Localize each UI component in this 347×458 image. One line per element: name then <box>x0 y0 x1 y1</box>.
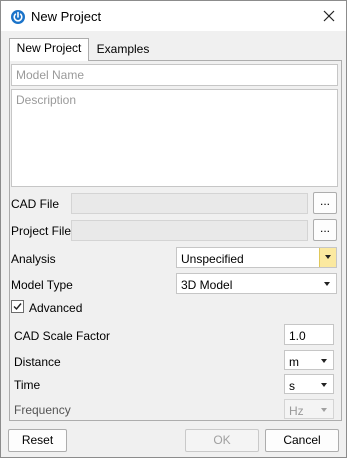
frequency-value: Hz <box>289 404 304 418</box>
chevron-down-icon <box>321 383 327 387</box>
new-project-dialog: New Project New Project Examples Model N… <box>0 0 347 458</box>
project-file-label: Project File <box>11 224 72 238</box>
chevron-down-icon <box>321 408 327 412</box>
cad-file-browse-button[interactable]: ... <box>313 192 337 214</box>
ok-button[interactable]: OK <box>185 429 259 452</box>
model-type-label: Model Type <box>11 278 73 292</box>
title-bar: New Project <box>1 1 346 31</box>
time-label: Time <box>14 378 41 392</box>
distance-label: Distance <box>14 355 61 369</box>
model-type-value: 3D Model <box>181 278 233 292</box>
model-name-input[interactable]: Model Name <box>11 64 338 86</box>
advanced-checkbox[interactable] <box>11 300 24 313</box>
tab-new-project[interactable]: New Project <box>9 38 89 61</box>
power-icon <box>11 10 25 24</box>
chevron-down-icon <box>325 255 331 259</box>
chevron-down-icon <box>324 282 330 286</box>
time-value: s <box>289 379 295 393</box>
frequency-label: Frequency <box>14 403 71 417</box>
distance-value: m <box>289 355 299 369</box>
project-file-browse-button[interactable]: ... <box>313 219 337 241</box>
project-file-input[interactable] <box>71 220 308 241</box>
analysis-value: Unspecified <box>181 252 244 266</box>
frequency-select: Hz <box>284 399 334 419</box>
analysis-select[interactable]: Unspecified <box>176 247 337 268</box>
distance-select[interactable]: m <box>284 350 334 370</box>
cancel-button[interactable]: Cancel <box>265 429 339 452</box>
cad-file-label: CAD File <box>11 197 60 211</box>
tab-examples[interactable]: Examples <box>91 40 155 61</box>
close-icon[interactable] <box>318 5 340 27</box>
time-select[interactable]: s <box>284 374 334 394</box>
description-input[interactable]: Description <box>11 89 338 187</box>
analysis-label: Analysis <box>11 252 56 266</box>
advanced-label: Advanced <box>29 301 83 315</box>
chevron-down-icon <box>321 359 327 363</box>
window-title: New Project <box>31 9 102 24</box>
model-type-select[interactable]: 3D Model <box>176 273 337 294</box>
reset-button[interactable]: Reset <box>8 429 67 452</box>
cad-scale-factor-input[interactable]: 1.0 <box>284 324 334 345</box>
checkmark-icon <box>13 303 22 311</box>
analysis-dropdown-button[interactable] <box>319 248 336 267</box>
cad-file-input[interactable] <box>71 193 308 214</box>
cad-scale-factor-label: CAD Scale Factor <box>14 329 111 343</box>
